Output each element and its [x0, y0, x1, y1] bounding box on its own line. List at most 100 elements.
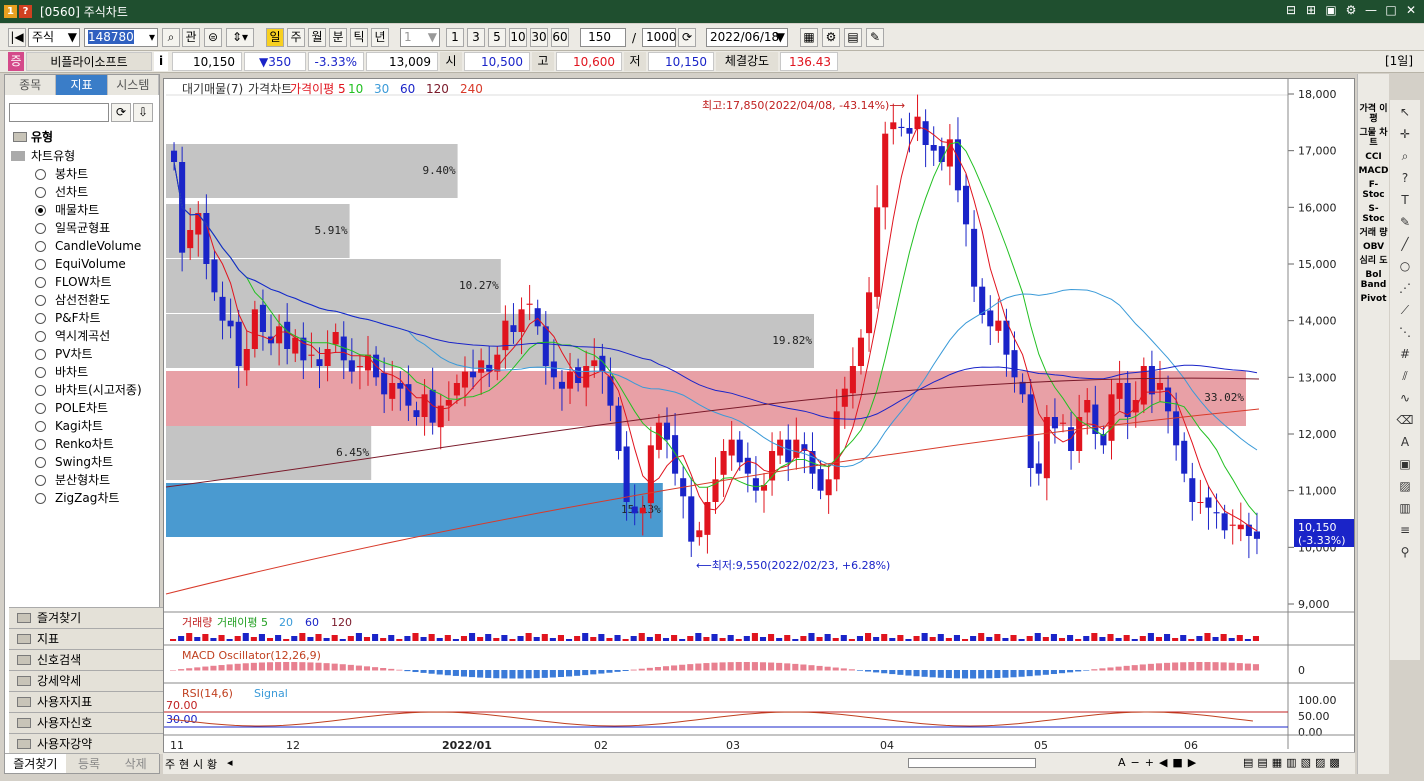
prev-icon[interactable]: |◀ — [8, 28, 26, 47]
radio-icon[interactable] — [35, 241, 46, 252]
delete-button[interactable]: 삭제 — [112, 754, 160, 773]
chart-type-item[interactable]: 일목균형표 — [9, 219, 159, 237]
radio-icon[interactable] — [35, 331, 46, 342]
list-icon[interactable]: ≡ — [1395, 520, 1415, 540]
radio-icon[interactable] — [35, 295, 46, 306]
tab-stock[interactable]: 종목 — [5, 75, 57, 95]
settings-icon[interactable]: ⚙ — [822, 28, 840, 47]
radio-icon[interactable] — [35, 169, 46, 180]
minimize-button[interactable]: — — [1364, 3, 1378, 17]
period-year[interactable]: 년 — [371, 28, 389, 47]
chart-type-item[interactable]: Swing차트 — [9, 453, 159, 471]
bottom-btn-hwang[interactable]: 황 — [207, 756, 217, 772]
indicator-tool-button[interactable]: MACD — [1358, 166, 1389, 176]
indicator-tool-button[interactable]: 그물 차트 — [1358, 128, 1389, 148]
cross-icon[interactable]: ✛ — [1395, 124, 1415, 144]
link-icon[interactable]: ⊟ — [1284, 3, 1298, 17]
screen-icon[interactable]: ▣ — [1395, 454, 1415, 474]
indicator-tool-button[interactable]: 심리 도 — [1358, 256, 1389, 266]
chart-type-item[interactable]: POLE차트 — [9, 399, 159, 417]
help-icon[interactable]: ? — [19, 5, 32, 18]
chart-type-item[interactable]: ZigZag차트 — [9, 489, 159, 507]
chart-type-item[interactable]: EquiVolume — [9, 255, 159, 273]
info-icon[interactable]: i — [154, 52, 168, 71]
chart-type-item[interactable]: 바차트 — [9, 363, 159, 381]
period-minute[interactable]: 분 — [329, 28, 347, 47]
indicator-tool-button[interactable]: OBV — [1358, 242, 1389, 252]
accordion-item[interactable]: 사용자지표 — [9, 691, 165, 712]
radio-icon[interactable] — [35, 313, 46, 324]
radio-icon[interactable] — [35, 277, 46, 288]
accordion-item[interactable]: 즐겨찾기 — [9, 607, 165, 628]
period-day[interactable]: 일 — [266, 28, 284, 47]
nav-icons[interactable]: A−+◀■▶ — [1118, 756, 1201, 769]
chart-type-item[interactable]: 바차트(시고저종) — [9, 381, 159, 399]
bottom-btn-hyeon[interactable]: 현 — [179, 756, 189, 772]
code-input[interactable]: 148780 ▾ — [84, 28, 158, 47]
radio-icon[interactable] — [35, 223, 46, 234]
indicator-tool-button[interactable]: S-Stoc — [1358, 204, 1389, 224]
pin-icon[interactable]: ⚲ — [1395, 542, 1415, 562]
accordion-item[interactable]: 신호검색 — [9, 649, 165, 670]
chart-type-item[interactable]: PV차트 — [9, 345, 159, 363]
menu-icon[interactable]: 1 — [4, 5, 17, 18]
refresh-icon[interactable]: ⟳ — [111, 103, 131, 122]
interval-10[interactable]: 10 — [509, 28, 527, 47]
chart-type-item[interactable]: FLOW차트 — [9, 273, 159, 291]
chart-type-item[interactable]: 삼선전환도 — [9, 291, 159, 309]
radio-icon[interactable] — [35, 421, 46, 432]
radio-icon[interactable] — [35, 403, 46, 414]
help-icon[interactable]: ? — [1395, 168, 1415, 188]
accordion-item[interactable]: 사용자강약 — [9, 733, 165, 754]
register-button[interactable]: 등록 — [65, 754, 113, 773]
chart-icon[interactable]: ▥ — [1395, 498, 1415, 518]
accordion-item[interactable]: 사용자신호 — [9, 712, 165, 733]
chart-area[interactable]: 9.40%5.91%10.27%19.82%33.02%6.45%15.13%1… — [163, 78, 1355, 770]
market-select[interactable]: 주식 ▼ — [28, 28, 80, 47]
search-icon[interactable]: ⌕ — [162, 28, 180, 47]
radio-icon[interactable] — [35, 385, 46, 396]
auto-icon[interactable]: A — [1395, 432, 1415, 452]
interval-30[interactable]: 30 — [530, 28, 548, 47]
accordion-item[interactable]: 지표 — [9, 628, 165, 649]
radio-icon[interactable] — [35, 205, 46, 216]
refresh-icon[interactable]: ⟳ — [678, 28, 696, 47]
bottom-btn-si[interactable]: 시 — [193, 756, 203, 772]
download-icon[interactable]: ⇩ — [133, 103, 153, 122]
indicator-tool-button[interactable]: CCI — [1358, 152, 1389, 162]
layout-icon[interactable]: ▦ — [800, 28, 818, 47]
interval-3[interactable]: 3 — [467, 28, 485, 47]
fibo-icon[interactable]: ⋰ — [1395, 278, 1415, 298]
cursor-icon[interactable]: ↖ — [1395, 102, 1415, 122]
radio-icon[interactable] — [35, 493, 46, 504]
chart-svg[interactable]: 9.40%5.91%10.27%19.82%33.02%6.45%15.13%1… — [164, 79, 1354, 749]
chart-type-item[interactable]: CandleVolume — [9, 237, 159, 255]
wave-icon[interactable]: ∿ — [1395, 388, 1415, 408]
radio-icon[interactable] — [35, 259, 46, 270]
period-month[interactable]: 월 — [308, 28, 326, 47]
scroll-left-icon[interactable]: ◂ — [227, 756, 233, 769]
channel-icon[interactable]: ⫽ — [1395, 366, 1415, 386]
chart-type-item[interactable]: 분산형차트 — [9, 471, 159, 489]
period-tick[interactable]: 틱 — [350, 28, 368, 47]
period-week[interactable]: 주 — [287, 28, 305, 47]
maximize-button[interactable]: □ — [1384, 3, 1398, 17]
chart-type-item[interactable]: 선차트 — [9, 183, 159, 201]
radio-icon[interactable] — [35, 457, 46, 468]
tab-system[interactable]: 시스템 — [107, 75, 159, 95]
date-picker[interactable]: 2022/06/18 ▼ — [706, 28, 788, 47]
chart-type-item[interactable]: 봉차트 — [9, 165, 159, 183]
zoom-slider[interactable] — [908, 758, 1036, 768]
line-icon[interactable]: ╱ — [1395, 234, 1415, 254]
indicator-search-input[interactable] — [9, 103, 109, 122]
camera-icon[interactable]: ▣ — [1324, 3, 1338, 17]
group-chart-type[interactable]: 차트유형 — [9, 147, 159, 165]
indicator-tool-button[interactable]: Pivot — [1358, 294, 1389, 304]
gear-icon[interactable]: ⚙ — [1344, 3, 1358, 17]
radio-icon[interactable] — [35, 475, 46, 486]
radio-icon[interactable] — [35, 187, 46, 198]
zoom-icon[interactable]: ⌕ — [1395, 146, 1415, 166]
tab-favorites[interactable]: 즐겨찾기 — [5, 754, 66, 773]
print-icon[interactable]: ▤ — [844, 28, 862, 47]
chart-type-item[interactable]: Kagi차트 — [9, 417, 159, 435]
